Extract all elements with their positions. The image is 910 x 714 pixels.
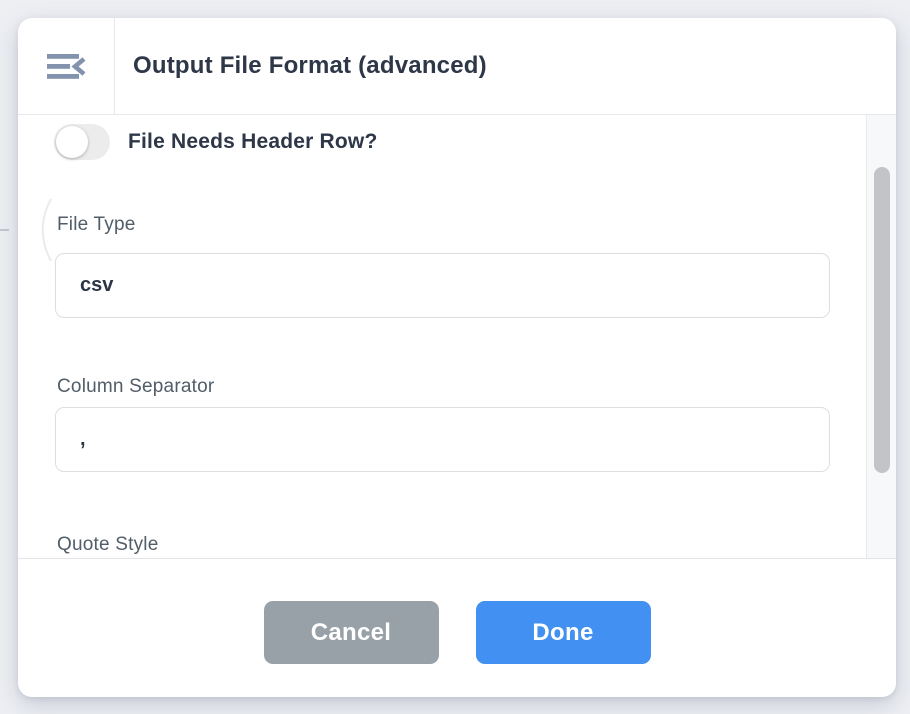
underlay-arc <box>36 195 56 265</box>
column-separator-label: Column Separator <box>57 376 214 398</box>
file-needs-header-row-toggle[interactable] <box>54 124 110 160</box>
dialog-title: Output File Format (advanced) <box>115 18 487 114</box>
scrollbar-thumb[interactable] <box>874 167 890 473</box>
file-type-label: File Type <box>57 214 136 236</box>
file-needs-header-row-label: File Needs Header Row? <box>128 130 377 154</box>
dialog-body: File Needs Header Row? File Type Column … <box>18 115 896 558</box>
done-button[interactable]: Done <box>476 601 651 664</box>
scrollbar-track[interactable] <box>866 115 896 558</box>
dialog-header: Output File Format (advanced) <box>18 18 896 115</box>
cancel-button[interactable]: Cancel <box>264 601 439 664</box>
collapse-panel-icon <box>47 54 86 79</box>
toggle-knob <box>56 126 88 158</box>
collapse-panel-button[interactable] <box>18 18 115 114</box>
header-row-toggle-group: File Needs Header Row? <box>54 124 377 160</box>
dialog-footer: Cancel Done <box>18 558 896 697</box>
output-file-format-dialog: Output File Format (advanced) File Needs… <box>18 18 896 697</box>
quote-style-label: Quote Style <box>57 534 158 556</box>
file-type-input[interactable] <box>55 253 830 318</box>
column-separator-input[interactable] <box>55 407 830 472</box>
page-background: Output File Format (advanced) File Needs… <box>0 0 910 714</box>
underlay-dash <box>0 229 9 231</box>
